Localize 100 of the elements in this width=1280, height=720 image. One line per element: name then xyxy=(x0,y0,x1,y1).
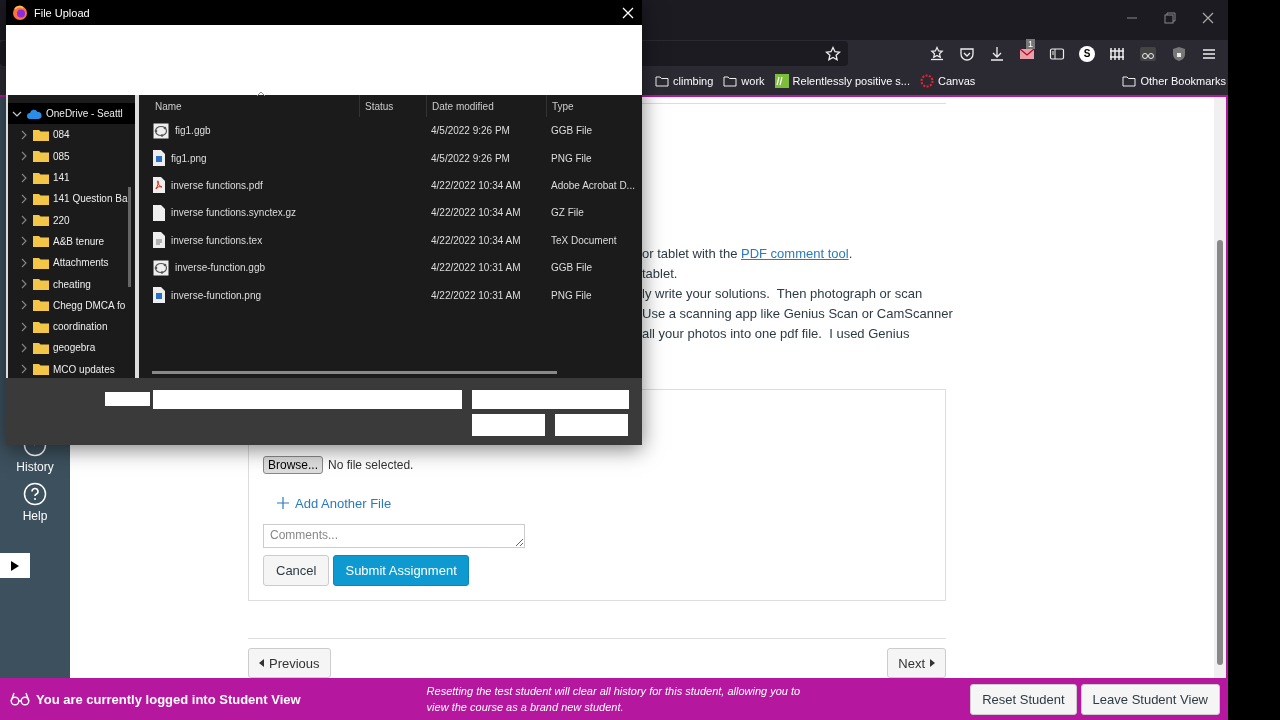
tree-item[interactable]: coordination xyxy=(53,321,108,333)
tree-item[interactable]: 141 Question Ba xyxy=(53,193,128,205)
bookmark[interactable]: climbing xyxy=(655,74,714,88)
pocket-icon[interactable] xyxy=(959,45,975,62)
bookmark[interactable]: work xyxy=(723,74,765,88)
next-button[interactable]: Next xyxy=(887,648,946,678)
tree-item[interactable]: 220 xyxy=(53,214,70,226)
type-cell-text: GZ File xyxy=(550,207,585,219)
nav-link[interactable]: Help xyxy=(22,509,48,523)
previous-button[interactable]: Previous xyxy=(248,648,331,678)
glasses-icon xyxy=(10,692,30,706)
star-tray-icon[interactable] xyxy=(929,45,945,62)
folder-icon xyxy=(33,320,49,333)
bookmark[interactable]: Canvas xyxy=(920,74,976,88)
geogebra-file-icon xyxy=(153,122,169,139)
site-icon xyxy=(774,74,789,88)
tree-item[interactable]: geogebra xyxy=(53,342,96,354)
browse-button[interactable]: Browse... xyxy=(263,455,323,474)
student-view-message: You are currently logged into Student View xyxy=(36,691,301,707)
file-name[interactable]: inverse functions.pdf xyxy=(171,179,263,191)
type-cell-text: Adobe Acrobat D... xyxy=(550,179,636,191)
dropdown-field[interactable] xyxy=(472,390,629,409)
column-header[interactable]: Date modified xyxy=(426,95,546,117)
cancel-button[interactable]: Cancel xyxy=(263,554,330,586)
notification-badge: 1 xyxy=(1026,38,1035,49)
date-cell-text: 4/22/2022 10:34 AM xyxy=(430,179,522,191)
folder-icon xyxy=(33,128,49,141)
image-file-icon xyxy=(153,150,165,167)
image-file-icon xyxy=(153,287,165,304)
scrollbar[interactable] xyxy=(1214,97,1226,678)
type-cell-text: TeX Document xyxy=(550,234,618,246)
tree-item[interactable]: Chegg DMCA fo xyxy=(53,299,126,311)
folder-icon xyxy=(723,75,738,87)
restore-icon[interactable] xyxy=(1164,12,1176,24)
type-cell-text: GGB File xyxy=(550,125,594,137)
cloud-icon xyxy=(26,108,42,119)
file-name[interactable]: inverse functions.tex xyxy=(171,234,263,246)
label-placeholder xyxy=(105,392,150,406)
instruction-text: tablet. xyxy=(642,264,678,283)
folder-icon xyxy=(33,341,49,354)
dotted-ring-icon xyxy=(920,74,934,88)
folder-icon xyxy=(655,75,669,87)
date-cell-text: 4/22/2022 10:34 AM xyxy=(430,207,522,219)
column-header[interactable]: Name xyxy=(139,95,359,117)
instruction-text: all your photos into one pdf file. I used Genius xyxy=(642,324,910,343)
bookmark-folder[interactable]: Other Bookmarks xyxy=(1122,75,1226,87)
type-cell-text: GGB File xyxy=(550,262,594,274)
tree-item[interactable]: MCO updates xyxy=(53,363,115,375)
file-name[interactable]: inverse functions.synctex.gz xyxy=(171,207,297,219)
tree-item[interactable]: 085 xyxy=(53,150,70,162)
scrollbar[interactable] xyxy=(152,371,557,374)
download-icon[interactable] xyxy=(989,45,1005,62)
column-header[interactable]: Type xyxy=(546,95,642,117)
glasses-icon[interactable] xyxy=(1139,45,1157,62)
instruction-text: or tablet with the PDF comment tool. xyxy=(642,244,853,263)
pdf-file-icon xyxy=(153,177,165,194)
file-icon xyxy=(153,204,165,221)
pdf-link[interactable]: PDF comment tool xyxy=(741,245,849,261)
folder-icon xyxy=(33,171,49,184)
document-file-icon xyxy=(153,232,165,249)
fence-icon[interactable] xyxy=(1109,45,1125,62)
reset-note: Resetting the test student will clear all history for this student, allowing you to view the course as a brand new student. xyxy=(426,684,802,715)
tree-item[interactable]: Attachments xyxy=(53,257,109,269)
file-status: No file selected. xyxy=(328,457,414,472)
folder-icon xyxy=(33,299,49,312)
help-icon[interactable] xyxy=(23,482,47,506)
type-cell-text: PNG File xyxy=(550,289,593,301)
tree-item[interactable]: 084 xyxy=(53,129,70,141)
leave-button[interactable]: Leave Student View xyxy=(1080,683,1220,715)
browser-logo-icon xyxy=(12,4,28,21)
input-field[interactable] xyxy=(153,390,462,409)
add-file-link[interactable]: Add Another File xyxy=(277,495,392,511)
column-header[interactable]: Status xyxy=(359,95,426,117)
tree-item[interactable]: A&B tenure xyxy=(53,235,105,247)
tree-item[interactable]: 141 xyxy=(53,172,70,184)
file-name[interactable]: inverse-function.ggb xyxy=(175,262,266,274)
tree-item[interactable]: cheating xyxy=(53,278,91,290)
close-icon[interactable] xyxy=(1202,12,1214,24)
expand-button[interactable] xyxy=(0,553,30,578)
folder-icon xyxy=(33,235,49,248)
date-cell-text: 4/22/2022 10:31 AM xyxy=(430,289,522,301)
comments-field[interactable]: Comments... xyxy=(263,523,525,548)
reset-button[interactable]: Reset Student xyxy=(970,683,1077,715)
file-name[interactable]: fig1.ggb xyxy=(175,125,211,137)
nav-link[interactable]: History xyxy=(16,460,54,474)
file-name[interactable]: inverse-function.png xyxy=(171,289,262,301)
sidebar-icon[interactable] xyxy=(1049,45,1065,62)
bookmark[interactable]: Relentlessly positive s... xyxy=(774,74,910,88)
folder-icon xyxy=(33,363,49,376)
instruction-text: Use a scanning app like Genius Scan or CamScanner xyxy=(642,304,953,323)
folder-icon xyxy=(33,214,49,227)
instruction-text: ly write your solutions. Then photograph or scan xyxy=(642,284,923,303)
folder-icon xyxy=(33,278,49,290)
plus-icon xyxy=(277,497,289,509)
caret-left-icon xyxy=(259,659,265,667)
file-name[interactable]: fig1.png xyxy=(171,152,207,164)
folder-icon xyxy=(33,192,49,205)
account-avatar[interactable]: S xyxy=(1079,45,1095,62)
shield-icon[interactable] xyxy=(1171,45,1187,62)
star-icon[interactable] xyxy=(825,45,841,62)
